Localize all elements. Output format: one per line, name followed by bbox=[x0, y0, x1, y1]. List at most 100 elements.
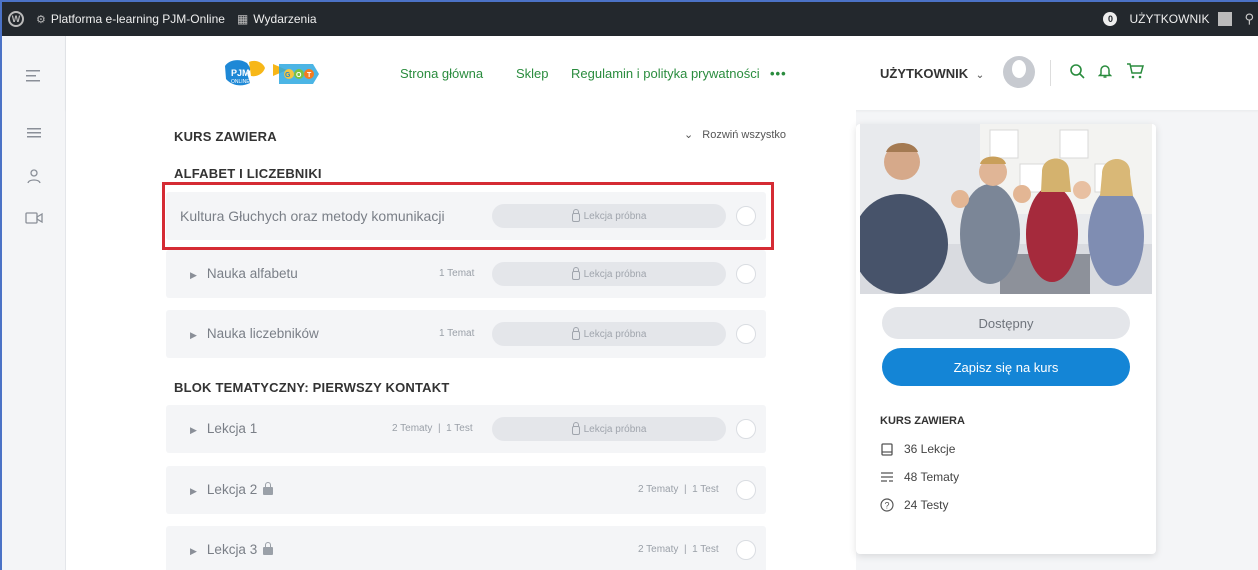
site-header: PJM ONLINE G O T Strona główna Sklep Reg… bbox=[66, 36, 1258, 110]
section-title: BLOK TEMATYCZNY: PIERWSZY KONTAKT bbox=[174, 380, 450, 395]
video-icon[interactable] bbox=[24, 208, 44, 228]
profile-icon[interactable] bbox=[24, 166, 44, 186]
completion-status bbox=[736, 540, 756, 560]
question-icon: ? bbox=[880, 498, 894, 512]
lesson-meta: 2 Tematy | 1 Test bbox=[638, 544, 719, 555]
events-label: Wydarzenia bbox=[253, 12, 317, 26]
section-title: ALFABET I LICZEBNIKI bbox=[174, 166, 322, 181]
search-icon: ⚲ bbox=[1244, 11, 1254, 26]
lesson-title: Nauka alfabetu bbox=[206, 266, 298, 281]
admin-avatar bbox=[1218, 12, 1233, 26]
notifications-count: 0 bbox=[1103, 12, 1118, 26]
lesson-title-wrap: ▶ Nauka liczebników bbox=[190, 326, 319, 341]
course-includes-title: KURS ZAWIERA bbox=[880, 415, 965, 427]
nav-more-button[interactable]: ••• bbox=[770, 66, 787, 81]
enroll-button[interactable]: Zapisz się na kurs bbox=[882, 348, 1130, 386]
lesson-title: Lekcja 1 bbox=[206, 421, 258, 436]
courses-list-icon[interactable] bbox=[24, 124, 44, 144]
svg-text:T: T bbox=[307, 72, 312, 79]
avatar[interactable] bbox=[1003, 56, 1035, 88]
search-icon[interactable] bbox=[1066, 58, 1088, 84]
topics-icon bbox=[880, 470, 894, 484]
lesson-meta: 1 Temat bbox=[439, 328, 475, 339]
lesson-meta: 2 Tematy | 1 Test bbox=[638, 484, 719, 495]
user-menu-button[interactable]: UŻYTKOWNIK ⌄ bbox=[880, 66, 984, 81]
admin-search-button[interactable]: ⚲ bbox=[1238, 2, 1258, 36]
sidebar-toggle-icon[interactable] bbox=[24, 66, 44, 86]
lesson-title: Lekcja 2 bbox=[206, 482, 258, 497]
admin-bar: W ⚙ Platforma e-learning PJM-Online ▦ Wy… bbox=[2, 2, 1258, 36]
course-content: KURS ZAWIERA ⌄ Rozwiń wszystko ALFABET I… bbox=[66, 110, 856, 570]
site-logo[interactable]: PJM ONLINE G O T bbox=[219, 56, 339, 92]
trial-lesson-label: Lekcja próbna bbox=[583, 423, 647, 435]
header-divider bbox=[1050, 60, 1051, 86]
bell-icon[interactable] bbox=[1094, 58, 1116, 84]
expand-arrow-icon: ▶ bbox=[190, 330, 197, 340]
lesson-title-wrap: ▶ Lekcja 2 bbox=[190, 482, 274, 497]
lesson-title: Nauka liczebników bbox=[206, 326, 319, 341]
browser-frame: W ⚙ Platforma e-learning PJM-Online ▦ Wy… bbox=[0, 0, 1258, 570]
site-name: Platforma e-learning PJM-Online bbox=[50, 12, 225, 26]
trial-lesson-badge: Lekcja próbna bbox=[492, 262, 726, 286]
lesson-row[interactable]: ▶ Lekcja 3 2 Tematy | 1 Test bbox=[166, 526, 766, 570]
expand-all-label: Rozwiń wszystko bbox=[702, 129, 787, 141]
admin-user-menu[interactable]: UŻYTKOWNIK bbox=[1123, 2, 1238, 36]
chevron-down-icon: ⌄ bbox=[975, 70, 985, 81]
trial-lesson-badge: Lekcja próbna bbox=[492, 322, 726, 346]
unlock-icon bbox=[571, 421, 580, 435]
trial-lesson-label: Lekcja próbna bbox=[583, 268, 647, 280]
expand-arrow-icon: ▶ bbox=[190, 546, 197, 556]
completion-status bbox=[736, 264, 756, 284]
wordpress-menu[interactable]: W bbox=[2, 2, 30, 36]
chevron-down-icon: ⌄ bbox=[684, 129, 694, 141]
lesson-row[interactable]: ▶ Nauka liczebników 1 Temat Lekcja próbna bbox=[166, 310, 766, 358]
topics-count: 48 Tematy bbox=[880, 470, 959, 484]
expand-arrow-icon: ▶ bbox=[190, 425, 197, 435]
lesson-meta: 1 Temat bbox=[439, 268, 475, 279]
lesson-row[interactable]: ▶ Lekcja 1 2 Tematy | 1 Test Lekcja próbn… bbox=[166, 405, 766, 453]
expand-arrow-icon: ▶ bbox=[190, 486, 197, 496]
events-link[interactable]: ▦ Wydarzenia bbox=[231, 2, 323, 36]
svg-text:ONLINE: ONLINE bbox=[231, 79, 250, 85]
course-image bbox=[860, 124, 1152, 294]
nav-home[interactable]: Strona główna bbox=[400, 66, 483, 81]
trial-lesson-label: Lekcja próbna bbox=[583, 328, 647, 340]
course-sidebar-card: Dostępny Zapisz się na kurs KURS ZAWIERA… bbox=[856, 124, 1156, 554]
left-sidebar bbox=[2, 36, 66, 570]
svg-text:?: ? bbox=[885, 501, 890, 511]
svg-text:O: O bbox=[296, 72, 302, 79]
site-name-link[interactable]: ⚙ Platforma e-learning PJM-Online bbox=[30, 2, 231, 36]
lesson-row[interactable]: ▶ Nauka alfabetu 1 Temat Lekcja próbna bbox=[166, 250, 766, 298]
nav-shop[interactable]: Sklep bbox=[516, 66, 549, 81]
cart-icon[interactable] bbox=[1124, 58, 1146, 84]
unlock-icon bbox=[571, 326, 580, 340]
topics-count-label: 48 Tematy bbox=[904, 470, 960, 484]
lock-icon bbox=[263, 482, 274, 495]
tests-count-label: 24 Testy bbox=[904, 498, 949, 512]
completion-status bbox=[736, 324, 756, 344]
unlock-icon bbox=[571, 266, 580, 280]
highlight-box bbox=[162, 182, 774, 250]
lesson-title: Lekcja 3 bbox=[206, 542, 258, 557]
trial-lesson-badge: Lekcja próbna bbox=[492, 417, 726, 441]
availability-status-button[interactable]: Dostępny bbox=[882, 307, 1130, 339]
nav-terms[interactable]: Regulamin i polityka prywatności bbox=[571, 66, 760, 81]
wordpress-icon: W bbox=[8, 11, 24, 27]
lesson-title-wrap: ▶ Lekcja 1 bbox=[190, 421, 257, 436]
course-includes-title: KURS ZAWIERA bbox=[174, 129, 277, 144]
lock-icon bbox=[263, 542, 274, 555]
lessons-count-label: 36 Lekcje bbox=[904, 442, 956, 456]
expand-arrow-icon: ▶ bbox=[190, 270, 197, 280]
completion-status bbox=[736, 480, 756, 500]
svg-text:G: G bbox=[285, 72, 291, 79]
dashboard-icon: ⚙ bbox=[36, 13, 46, 26]
expand-all-button[interactable]: ⌄ Rozwiń wszystko bbox=[684, 128, 786, 141]
lesson-title-wrap: ▶ Nauka alfabetu bbox=[190, 266, 298, 281]
lesson-title-wrap: ▶ Lekcja 3 bbox=[190, 542, 274, 557]
lessons-count: 36 Lekcje bbox=[880, 442, 955, 456]
lesson-row[interactable]: ▶ Lekcja 2 2 Tematy | 1 Test bbox=[166, 466, 766, 514]
svg-text:PJM: PJM bbox=[231, 68, 250, 78]
tests-count: ? 24 Testy bbox=[880, 498, 948, 512]
notifications-button[interactable]: 0 bbox=[1097, 2, 1123, 36]
completion-status bbox=[736, 419, 756, 439]
